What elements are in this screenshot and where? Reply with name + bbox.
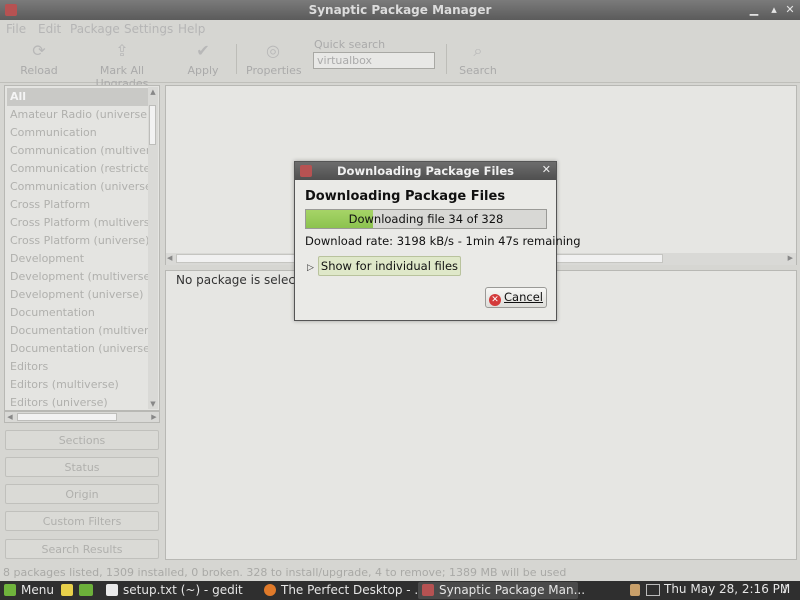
- scroll-right-icon[interactable]: ▶: [788, 254, 793, 262]
- quick-search-input[interactable]: [313, 52, 435, 69]
- scroll-left-icon[interactable]: ◀: [5, 412, 15, 422]
- user-icon[interactable]: [630, 584, 640, 596]
- clock[interactable]: Thu May 28, 2:16 PM: [664, 582, 790, 596]
- scroll-down-icon[interactable]: ▼: [148, 399, 158, 409]
- properties-icon: ◎: [266, 41, 280, 60]
- category-item[interactable]: Communication (multiverse): [7, 142, 149, 160]
- taskbar: Menu setup.txt (~) - gedit The Perfect D…: [0, 581, 800, 600]
- category-item[interactable]: All: [7, 88, 149, 106]
- menu-settings[interactable]: Settings: [124, 22, 173, 36]
- toolbar-separator: [236, 44, 237, 74]
- category-item[interactable]: Documentation (universe): [7, 340, 149, 358]
- mint-logo-icon: [4, 584, 16, 596]
- upgrade-icon: ⇪: [115, 41, 129, 60]
- category-item[interactable]: Development (universe): [7, 286, 149, 304]
- menu-edit[interactable]: Edit: [38, 22, 61, 36]
- category-item[interactable]: Communication: [7, 124, 149, 142]
- category-item[interactable]: Documentation: [7, 304, 149, 322]
- network-icon[interactable]: [646, 584, 660, 596]
- custom-filters-button[interactable]: Custom Filters: [5, 511, 159, 531]
- category-item[interactable]: Editors (multiverse): [7, 376, 149, 394]
- category-item[interactable]: Editors (universe): [7, 394, 149, 408]
- download-dialog: Downloading Package Files ✕ Downloading …: [294, 161, 581, 321]
- minimize-icon[interactable]: ▁: [746, 2, 762, 18]
- dialog-heading: Downloading Package Files: [305, 189, 506, 204]
- window-title: Synaptic Package Manager: [308, 3, 492, 17]
- close-icon[interactable]: ✕: [782, 2, 798, 18]
- toolbar-separator: [446, 44, 447, 74]
- menu-bar: File Edit Package Settings Help: [0, 20, 800, 38]
- menu-help[interactable]: Help: [178, 22, 205, 36]
- synaptic-icon: [422, 584, 434, 596]
- volume-icon[interactable]: ♪: [782, 582, 790, 596]
- dialog-title: Downloading Package Files: [337, 164, 514, 178]
- category-item[interactable]: Development: [7, 250, 149, 268]
- menu-file[interactable]: File: [6, 22, 26, 36]
- terminal-launcher-icon[interactable]: [79, 584, 93, 596]
- taskbar-item-gedit[interactable]: setup.txt (~) - gedit: [106, 582, 256, 599]
- quick-search-label: Quick search: [314, 38, 386, 51]
- category-item[interactable]: Documentation (multiverse): [7, 322, 149, 340]
- scroll-left-icon[interactable]: ◀: [167, 254, 172, 262]
- firefox-icon: [264, 584, 276, 596]
- notes-launcher-icon[interactable]: [61, 584, 73, 596]
- category-item[interactable]: Communication (restricted): [7, 160, 149, 178]
- category-items: All Amateur Radio (universe) Communicati…: [7, 88, 149, 408]
- expander-triangle-icon: ▷: [307, 263, 314, 273]
- category-item[interactable]: Development (multiverse): [7, 268, 149, 286]
- apply-button[interactable]: ✔ Apply: [184, 41, 222, 78]
- download-rate: Download rate: 3198 kB/s - 1min 47s rema…: [305, 234, 581, 248]
- scrollbar-thumb[interactable]: [149, 105, 156, 145]
- category-item[interactable]: Editors: [7, 358, 149, 376]
- category-vertical-scrollbar[interactable]: ▲ ▼: [148, 87, 158, 409]
- close-icon[interactable]: ✕: [542, 163, 551, 176]
- category-item[interactable]: Amateur Radio (universe): [7, 106, 149, 124]
- taskbar-item-synaptic[interactable]: Synaptic Package Man...: [418, 582, 585, 599]
- taskbar-menu-button[interactable]: Menu: [4, 582, 54, 599]
- status-bar: 8 packages listed, 1309 installed, 0 bro…: [0, 563, 800, 581]
- text-editor-icon: [106, 584, 118, 596]
- status-button[interactable]: Status: [5, 457, 159, 477]
- scroll-up-icon[interactable]: ▲: [148, 87, 158, 97]
- mark-all-upgrades-button[interactable]: ⇪ Mark All Upgrades: [72, 41, 172, 91]
- title-bar: Synaptic Package Manager ▁ ▴ ✕: [0, 0, 800, 20]
- progress-label: Downloading file 34 of 328: [348, 212, 504, 226]
- search-icon: ⌕: [473, 41, 483, 60]
- category-item[interactable]: Cross Platform (multiverse): [7, 214, 149, 232]
- maximize-icon[interactable]: ▴: [766, 2, 782, 18]
- category-list[interactable]: All Amateur Radio (universe) Communicati…: [4, 85, 160, 411]
- category-horizontal-scrollbar[interactable]: ◀ ▶: [4, 411, 160, 423]
- properties-button[interactable]: ◎ Properties: [246, 41, 302, 78]
- category-item[interactable]: Communication (universe): [7, 178, 149, 196]
- download-progress-bar: Downloading file 34 of 328: [305, 209, 547, 229]
- reload-icon: ⟳: [32, 41, 46, 60]
- cancel-button[interactable]: ✕ Cancel: [485, 287, 547, 308]
- toolbar: ⟳ Reload ⇪ Mark All Upgrades ✔ Apply ◎ P…: [0, 38, 800, 90]
- category-item[interactable]: Cross Platform: [7, 196, 149, 214]
- category-item[interactable]: Cross Platform (universe): [7, 232, 149, 250]
- scroll-right-icon[interactable]: ▶: [149, 412, 159, 422]
- taskbar-item-browser[interactable]: The Perfect Desktop - ...: [264, 582, 426, 599]
- dialog-title-bar: Downloading Package Files ✕: [295, 162, 556, 180]
- checkmark-icon: ✔: [196, 41, 210, 60]
- status-text: 8 packages listed, 1309 installed, 0 bro…: [3, 566, 567, 579]
- search-results-button[interactable]: Search Results: [5, 539, 159, 559]
- individual-files-expander[interactable]: ▷ Show for individual files: [307, 256, 462, 276]
- cancel-icon: ✕: [489, 294, 502, 306]
- reload-button[interactable]: ⟳ Reload: [18, 41, 60, 78]
- sections-button[interactable]: Sections: [5, 430, 159, 450]
- scrollbar-thumb[interactable]: [17, 413, 117, 421]
- menu-package[interactable]: Package: [70, 22, 120, 36]
- search-button[interactable]: ⌕ Search: [458, 41, 498, 78]
- origin-button[interactable]: Origin: [5, 484, 159, 504]
